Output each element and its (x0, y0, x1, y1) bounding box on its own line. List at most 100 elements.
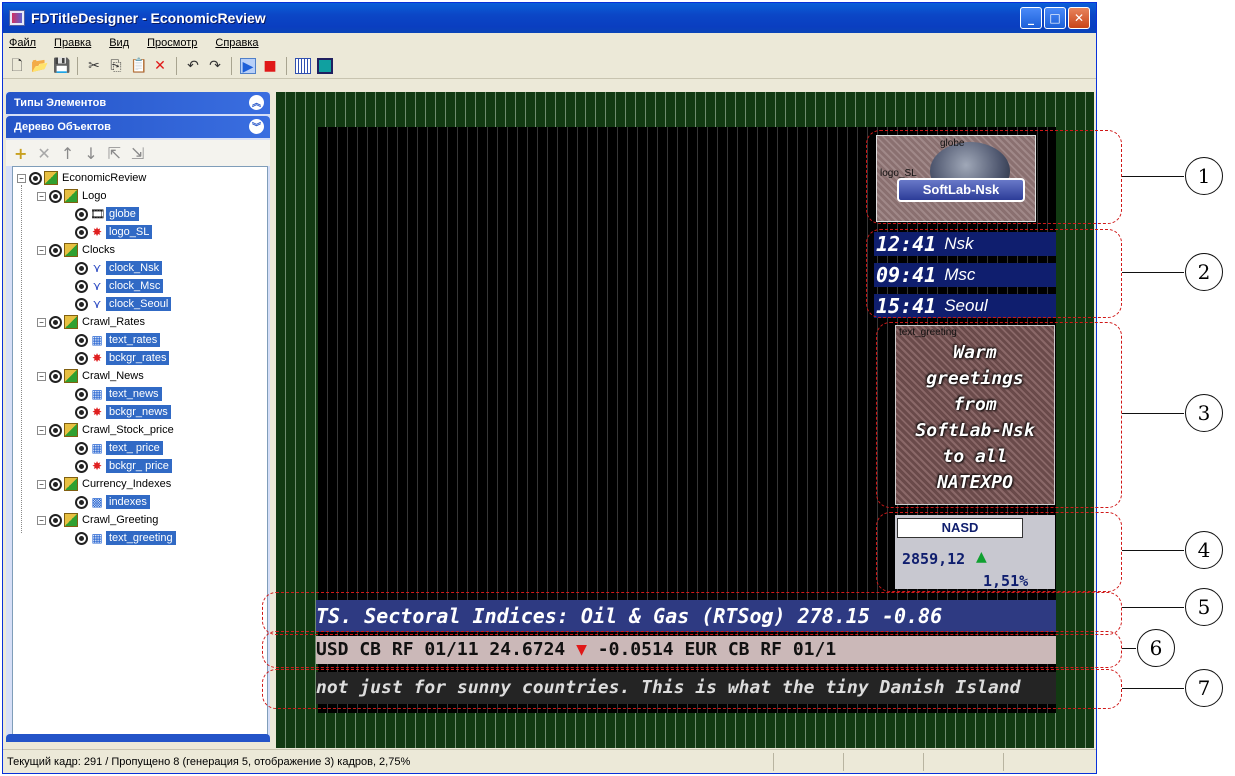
remove-icon[interactable]: ✕ (37, 144, 50, 163)
visibility-eye-icon[interactable] (75, 459, 88, 473)
visibility-eye-icon[interactable] (49, 243, 62, 257)
tree-group-crawl-rates[interactable]: − Crawl_Rates (37, 313, 147, 331)
visibility-eye-icon[interactable] (75, 279, 88, 293)
status-text: Текущий кадр: 291 / Пропущено 8 (генерац… (7, 755, 411, 768)
tree-toolbar: + ✕ ↑ ↓ ⇱ ⇲ (6, 140, 270, 166)
tree-item-clock-seoul[interactable]: ⋎ clock_Seoul (75, 295, 172, 313)
collapse-icon[interactable]: − (37, 245, 46, 255)
tree-item-logo-sl[interactable]: ✸ logo_SL (75, 223, 153, 241)
text-icon: ▦ (91, 387, 103, 401)
view-frame-icon[interactable] (317, 57, 333, 74)
collapse-icon[interactable]: − (37, 425, 46, 435)
leader-line (1122, 688, 1184, 689)
tree-root[interactable]: − EconomicReview (17, 169, 148, 187)
callout-frame-6 (262, 631, 1122, 668)
visibility-eye-icon[interactable] (75, 495, 88, 509)
save-icon[interactable]: 💾 (53, 58, 70, 74)
paste-icon[interactable]: 📋 (130, 58, 147, 74)
object-tree-header[interactable]: Дерево Объектов ︾ (6, 116, 270, 138)
tree-item-bckgr-news[interactable]: ✸ bckgr_news (75, 403, 171, 421)
visibility-eye-icon[interactable] (75, 351, 88, 365)
tree-item-text-news[interactable]: ▦ text_news (75, 385, 162, 403)
tree-group-crawl-news[interactable]: − Crawl_News (37, 367, 146, 385)
visibility-eye-icon[interactable] (49, 477, 62, 491)
collapse-icon[interactable]: − (37, 191, 46, 201)
visibility-eye-icon[interactable] (75, 387, 88, 401)
menu-preview[interactable]: Просмотр (147, 37, 197, 49)
tree-group-currency-indexes[interactable]: − Currency_Indexes (37, 475, 173, 493)
image-icon: ✸ (91, 459, 103, 473)
visibility-eye-icon[interactable] (75, 405, 88, 419)
tree-item-bckgr-rates[interactable]: ✸ bckgr_rates (75, 349, 170, 367)
tree-group-label: Crawl_Stock_price (82, 424, 174, 436)
menu-edit[interactable]: Правка (54, 37, 91, 49)
panel-bottom-tab[interactable] (6, 734, 270, 742)
visibility-eye-icon[interactable] (49, 513, 62, 527)
copy-icon[interactable]: ⎘ (108, 58, 124, 74)
element-types-header[interactable]: Типы Элементов ︽ (6, 92, 270, 114)
status-bar: Текущий кадр: 291 / Пропущено 8 (генерац… (3, 749, 1096, 773)
toolbar-separator (231, 56, 232, 75)
collapse-up-icon[interactable]: ︽ (249, 95, 264, 110)
visibility-eye-icon[interactable] (49, 369, 62, 383)
tree-group-clocks[interactable]: − Clocks (37, 241, 117, 259)
collapse-icon[interactable]: − (37, 371, 46, 381)
view-grid-icon[interactable] (295, 57, 311, 74)
toolbar-separator (176, 56, 177, 75)
tree-item-globe[interactable]: 🎞 globe (75, 205, 139, 223)
delete-icon[interactable]: ✕ (152, 58, 168, 74)
open-folder-icon[interactable]: 📂 (31, 58, 48, 74)
tree-item-clock-msc[interactable]: ⋎ clock_Msc (75, 277, 164, 295)
tree-item-bckgr-price[interactable]: ✸ bckgr_ price (75, 457, 172, 475)
tree-item-indexes[interactable]: ▩ indexes (75, 493, 150, 511)
tree-item-text-greeting[interactable]: ▦ text_greeting (75, 529, 176, 547)
move-up-icon[interactable]: ↑ (61, 144, 74, 163)
new-file-icon[interactable]: 🗋 (9, 58, 25, 74)
undo-icon[interactable]: ↶ (185, 58, 201, 74)
tree-item-label: clock_Nsk (106, 261, 163, 275)
collapse-icon[interactable]: − (37, 479, 46, 489)
visibility-eye-icon[interactable] (75, 207, 88, 221)
tree-item-text-rates[interactable]: ▦ text_rates (75, 331, 161, 349)
tree-group-logo[interactable]: − Logo (37, 187, 108, 205)
tree-item-clock-nsk[interactable]: ⋎ clock_Nsk (75, 259, 163, 277)
menu-help[interactable]: Справка (215, 37, 258, 49)
menu-view[interactable]: Вид (109, 37, 129, 49)
close-button[interactable]: ✕ (1068, 7, 1090, 29)
play-icon[interactable]: ▶ (240, 57, 256, 75)
visibility-eye-icon[interactable] (49, 189, 62, 203)
cut-icon[interactable]: ✂ (86, 58, 102, 74)
redo-icon[interactable]: ↷ (207, 58, 223, 74)
leader-line (1122, 413, 1184, 414)
visibility-eye-icon[interactable] (75, 225, 88, 239)
visibility-eye-icon[interactable] (75, 333, 88, 347)
visibility-eye-icon[interactable] (75, 261, 88, 275)
group-icon (64, 189, 78, 203)
collapse-icon[interactable]: − (17, 173, 26, 183)
visibility-eye-icon[interactable] (49, 423, 62, 437)
stop-icon[interactable]: ■ (262, 58, 278, 74)
collapse-down-icon[interactable]: ︾ (249, 119, 264, 134)
visibility-eye-icon[interactable] (75, 531, 88, 545)
collapse-icon[interactable]: − (37, 515, 46, 525)
tree-item-text-price[interactable]: ▦ text_ price (75, 439, 163, 457)
visibility-eye-icon[interactable] (75, 441, 88, 455)
minimize-button[interactable]: _ (1020, 7, 1042, 29)
callout-frame-5 (262, 592, 1122, 635)
maximize-button[interactable]: □ (1044, 7, 1066, 29)
left-panel: Типы Элементов ︽ Дерево Объектов ︾ + ✕ ↑… (6, 92, 270, 742)
tree-group-crawl-stock-price[interactable]: − Crawl_Stock_price (37, 421, 176, 439)
menu-file[interactable]: Файл (9, 37, 36, 49)
title-bar[interactable]: FDTitleDesigner - EconomicReview _ □ ✕ (3, 3, 1096, 33)
import-icon[interactable]: ⇱ (108, 144, 121, 163)
visibility-eye-icon[interactable] (75, 297, 88, 311)
callout-number: 2 (1185, 253, 1223, 291)
visibility-eye-icon[interactable] (49, 315, 62, 329)
add-icon[interactable]: + (14, 144, 27, 163)
export-icon[interactable]: ⇲ (131, 144, 144, 163)
collapse-icon[interactable]: − (37, 317, 46, 327)
visibility-eye-icon[interactable] (29, 171, 42, 185)
clock-icon: ⋎ (92, 261, 102, 275)
tree-group-crawl-greeting[interactable]: − Crawl_Greeting (37, 511, 160, 529)
move-down-icon[interactable]: ↓ (84, 144, 97, 163)
